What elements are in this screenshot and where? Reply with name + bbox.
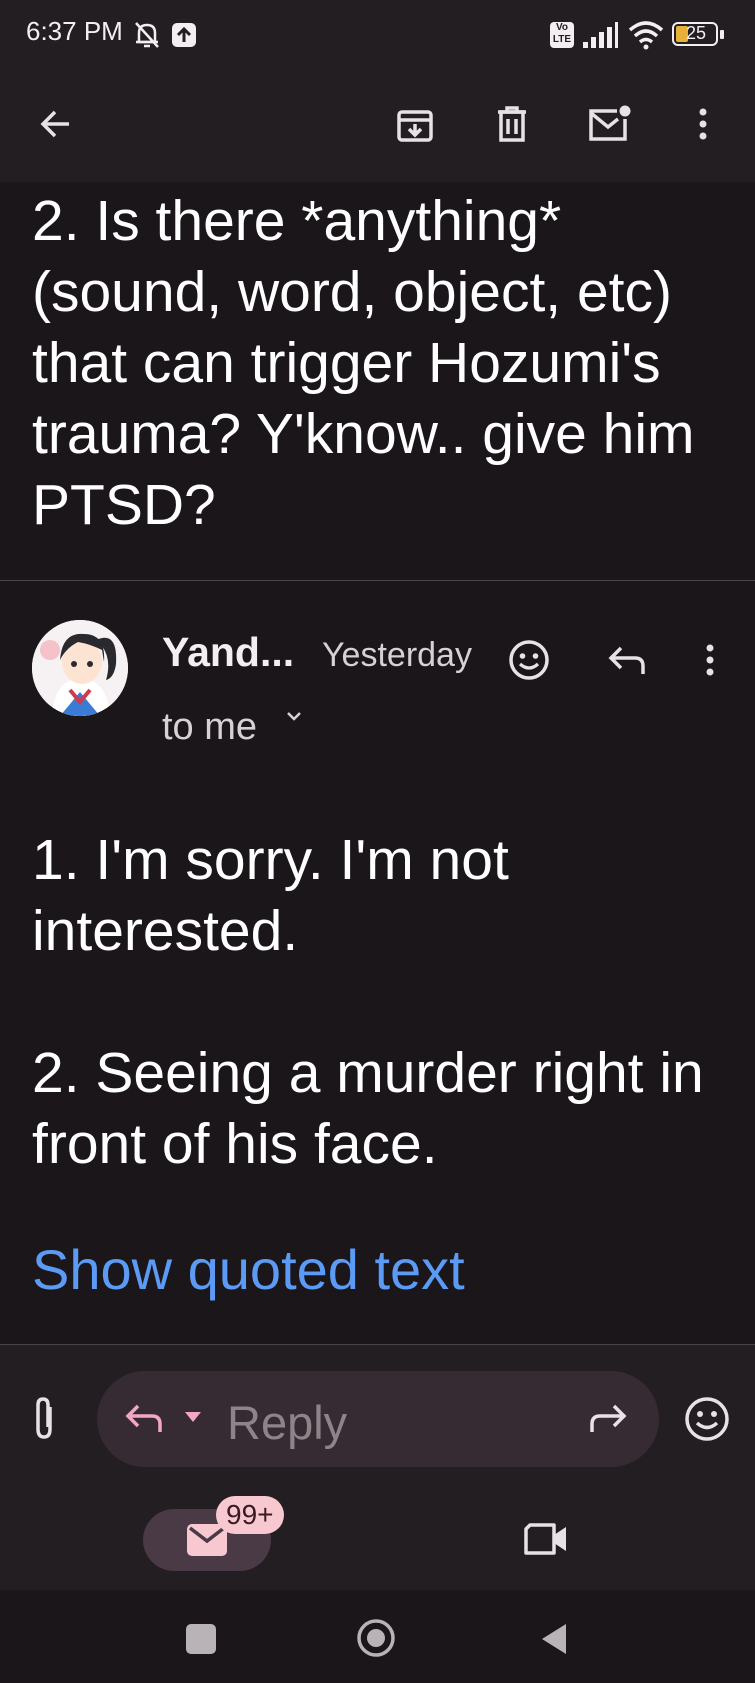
delete-icon <box>498 106 526 142</box>
reply-placeholder: Reply <box>227 1396 348 1449</box>
more-vert-icon <box>699 108 707 140</box>
reply-icon <box>608 646 645 674</box>
chevron-down-icon[interactable] <box>285 707 303 725</box>
volte-icon: Vo LTE <box>550 22 574 48</box>
emoji-button[interactable] <box>683 1395 731 1443</box>
message-divider <box>0 580 755 581</box>
home-circle-icon <box>357 1619 395 1657</box>
attachment-icon <box>36 1397 52 1439</box>
forward-icon[interactable] <box>588 1400 628 1436</box>
emoji-react-icon <box>509 640 549 680</box>
avatar[interactable] <box>32 620 128 716</box>
sender-name[interactable]: Yand... <box>162 629 294 676</box>
meet-video-icon <box>524 1523 566 1555</box>
back-nav-button[interactable] <box>538 1622 570 1656</box>
battery-icon: 25 <box>672 22 724 46</box>
upload-icon <box>172 23 196 47</box>
show-quoted-text-link[interactable]: Show quoted text <box>32 1237 465 1302</box>
dropdown-icon[interactable] <box>183 1410 203 1424</box>
meet-tab[interactable] <box>520 1515 572 1563</box>
avatar-image <box>32 620 128 716</box>
attachment-button[interactable] <box>24 1393 68 1445</box>
delete-button[interactable] <box>482 94 542 154</box>
mark-unread-button[interactable] <box>579 94 639 154</box>
wifi-icon <box>628 21 664 50</box>
archive-button[interactable] <box>385 94 445 154</box>
mark-unread-icon <box>589 105 631 141</box>
back-button[interactable] <box>25 94 85 154</box>
emoji-react-button[interactable] <box>499 630 559 690</box>
more-vert-icon <box>706 644 714 676</box>
recipient-label[interactable]: to me <box>162 706 257 749</box>
previous-message-text: 2. Is there *anything* (sound, word, obj… <box>32 189 695 537</box>
more-options-button[interactable] <box>673 94 733 154</box>
bell-off-icon <box>135 22 159 48</box>
message-more-button[interactable] <box>680 630 740 690</box>
toolbar <box>0 72 755 182</box>
signal-icon <box>583 22 618 48</box>
status-bar: 6:37 PM Vo LTE 25 <box>0 0 755 72</box>
status-time: 6:37 PM <box>26 16 123 46</box>
reply-input[interactable] <box>97 1371 659 1467</box>
back-arrow-icon <box>40 110 69 138</box>
back-triangle-icon <box>542 1624 566 1654</box>
system-navigation <box>0 1590 755 1683</box>
home-button[interactable] <box>356 1618 396 1658</box>
archive-icon <box>397 110 433 142</box>
message-body: 1. I'm sorry. I'm not interested. 2. See… <box>32 828 704 1176</box>
battery-level: 25 <box>686 23 707 43</box>
reply-icon[interactable] <box>124 1400 164 1436</box>
emoji-icon <box>685 1397 729 1441</box>
reply-button[interactable] <box>597 630 657 690</box>
bottom-navigation <box>0 1490 755 1590</box>
unread-badge: 99+ <box>216 1496 284 1534</box>
recents-button[interactable] <box>186 1624 216 1654</box>
message-date: Yesterday <box>322 636 472 674</box>
